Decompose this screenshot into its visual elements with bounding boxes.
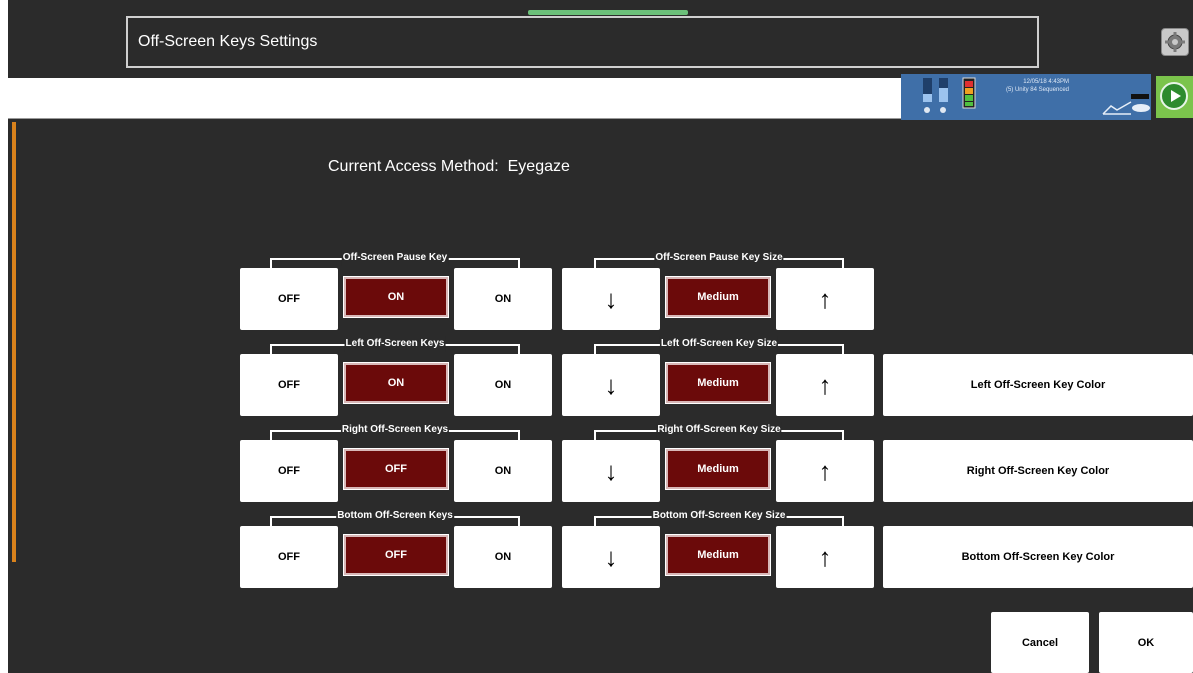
pause-key-off-button[interactable]: OFF (240, 268, 338, 330)
pause-key-state: ON (343, 276, 449, 318)
right-key-size-increase-button[interactable]: ↑ (776, 440, 874, 502)
status-bar: 12/05/18 4:43PM (5) Unity 84 Sequenced (901, 74, 1151, 120)
status-datetime: 12/05/18 4:43PM (1023, 79, 1069, 85)
page-title: Off-Screen Keys Settings (126, 16, 1039, 68)
pause-key-size-decrease-button[interactable]: ↓ (562, 268, 660, 330)
left-key-size-increase-button[interactable]: ↑ (776, 354, 874, 416)
left-keys-on-button[interactable]: ON (454, 354, 552, 416)
top-drag-tab[interactable] (528, 10, 688, 15)
left-keys-state: ON (343, 362, 449, 404)
group-label-bottom-keys: Bottom Off-Screen Keys (270, 508, 520, 526)
group-label-left-keys: Left Off-Screen Keys (270, 336, 520, 354)
bottom-keys-state: OFF (343, 534, 449, 576)
play-button[interactable] (1156, 76, 1193, 118)
play-icon (1160, 82, 1188, 110)
current-access-method: Current Access Method: Eyegaze (328, 158, 570, 175)
volume-icon (923, 78, 948, 113)
status-text: 12/05/18 4:43PM (5) Unity 84 Sequenced (949, 78, 1069, 94)
bottom-keys-on-button[interactable]: ON (454, 526, 552, 588)
group-label-pause-key-size: Off-Screen Pause Key Size (594, 250, 844, 268)
gear-icon[interactable] (1161, 28, 1189, 56)
pause-key-on-button[interactable]: ON (454, 268, 552, 330)
left-key-size-value: Medium (665, 362, 771, 404)
bottom-key-size-value: Medium (665, 534, 771, 576)
right-keys-off-button[interactable]: OFF (240, 440, 338, 502)
right-key-size-value: Medium (665, 448, 771, 490)
app-window: Off-Screen Keys Settings 12/05/18 4:43PM… (8, 0, 1193, 673)
group-label-right-key-size: Right Off-Screen Key Size (594, 422, 844, 440)
right-key-size-decrease-button[interactable]: ↓ (562, 440, 660, 502)
pause-key-size-increase-button[interactable]: ↑ (776, 268, 874, 330)
right-keys-state: OFF (343, 448, 449, 490)
message-window[interactable] (8, 78, 901, 119)
bottom-key-size-decrease-button[interactable]: ↓ (562, 526, 660, 588)
left-key-color-button[interactable]: Left Off-Screen Key Color (883, 354, 1193, 416)
side-indicator (12, 122, 16, 562)
group-label-pause-key: Off-Screen Pause Key (270, 250, 520, 268)
bottom-key-size-increase-button[interactable]: ↑ (776, 526, 874, 588)
left-key-size-decrease-button[interactable]: ↓ (562, 354, 660, 416)
cancel-button[interactable]: Cancel (991, 612, 1089, 673)
left-keys-off-button[interactable]: OFF (240, 354, 338, 416)
pause-key-size-value: Medium (665, 276, 771, 318)
right-keys-on-button[interactable]: ON (454, 440, 552, 502)
bottom-key-color-button[interactable]: Bottom Off-Screen Key Color (883, 526, 1193, 588)
group-label-left-key-size: Left Off-Screen Key Size (594, 336, 844, 354)
bottom-keys-off-button[interactable]: OFF (240, 526, 338, 588)
group-label-right-keys: Right Off-Screen Keys (270, 422, 520, 440)
chart-icon (1102, 101, 1132, 115)
status-vocabulary: (5) Unity 84 Sequenced (1005, 87, 1069, 93)
ok-button[interactable]: OK (1099, 612, 1193, 673)
keyboard-icon (1131, 94, 1150, 112)
group-label-bottom-key-size: Bottom Off-Screen Key Size (594, 508, 844, 526)
right-key-color-button[interactable]: Right Off-Screen Key Color (883, 440, 1193, 502)
